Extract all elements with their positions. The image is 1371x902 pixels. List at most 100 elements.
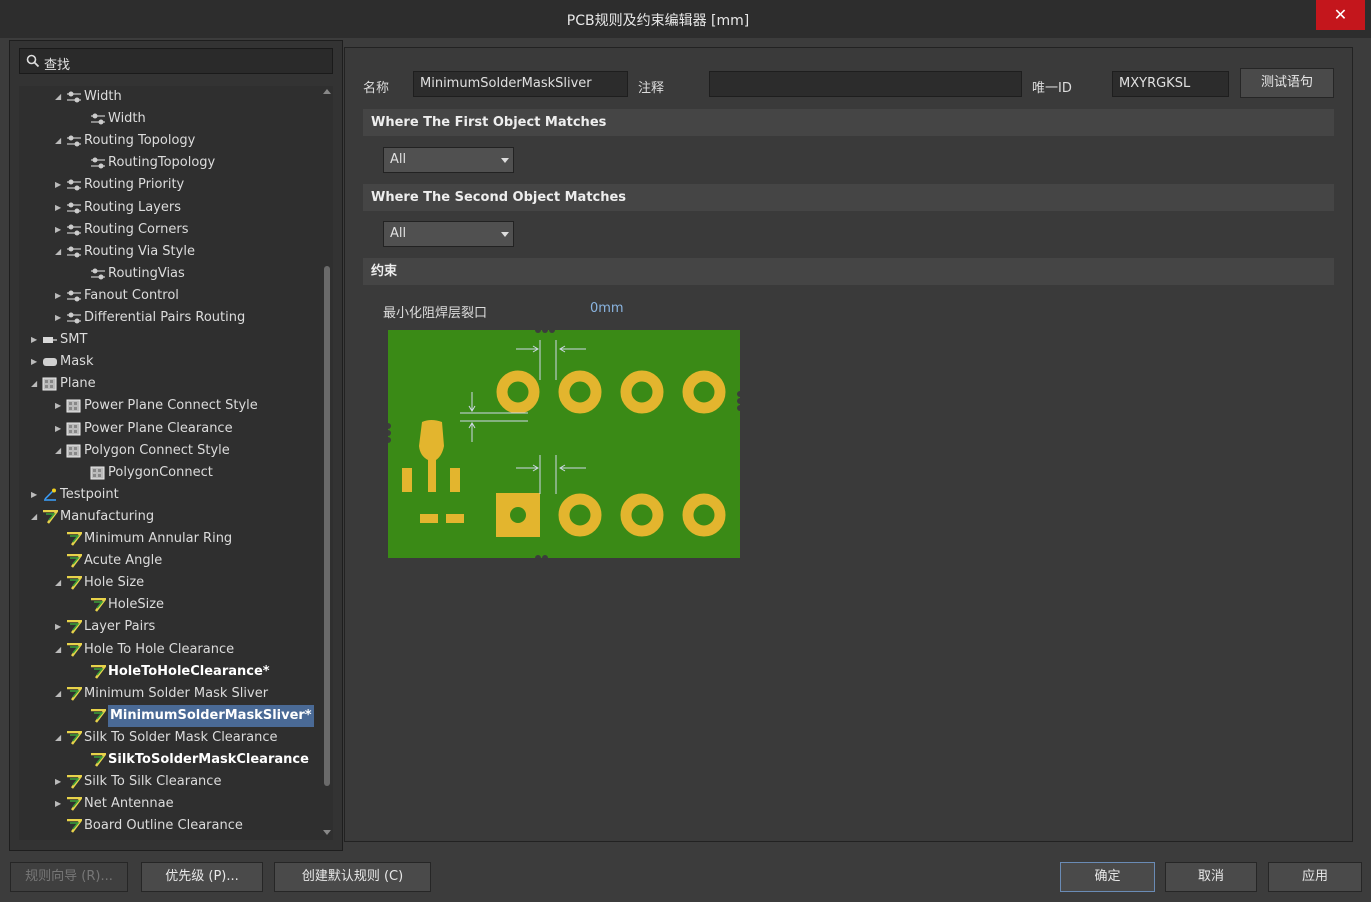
collapse-arrow-icon[interactable]: ◢: [55, 727, 65, 749]
tree-item-label: PolygonConnect: [108, 464, 213, 480]
tree-item-acute-angle[interactable]: Acute Angle: [19, 550, 321, 572]
expand-arrow-icon[interactable]: ▶: [31, 484, 41, 506]
tree-item-power-plane-clearance[interactable]: ▶ Power Plane Clearance: [19, 418, 321, 440]
first-object-combo[interactable]: All: [383, 147, 514, 173]
tree-item-holetoholeclearance[interactable]: HoleToHoleClearance*: [19, 661, 321, 683]
expand-arrow-icon[interactable]: ▶: [55, 197, 65, 219]
tree-item-smt[interactable]: ▶ SMT: [19, 329, 321, 351]
tree-item-minimumsoldermasksliver[interactable]: MinimumSolderMaskSliver*: [19, 704, 321, 727]
expand-arrow-icon[interactable]: ▶: [55, 616, 65, 638]
routing-rule-icon: [66, 201, 82, 215]
first-object-value: All: [390, 152, 407, 167]
tree-item-routing-via-style[interactable]: ◢ Routing Via Style: [19, 241, 321, 263]
collapse-arrow-icon[interactable]: ◢: [55, 130, 65, 152]
tree-item-routing-corners[interactable]: ▶ Routing Corners: [19, 219, 321, 241]
tree-item-routing-topology[interactable]: ◢ Routing Topology: [19, 130, 321, 152]
scroll-up-icon[interactable]: [323, 89, 331, 94]
tree-item-differential-pairs-routing[interactable]: ▶ Differential Pairs Routing: [19, 307, 321, 329]
tree-item-holesize[interactable]: HoleSize: [19, 594, 321, 616]
search-icon: [26, 54, 40, 68]
comment-field[interactable]: [709, 71, 1022, 97]
priorities-button[interactable]: 优先级 (P)...: [141, 862, 263, 892]
tree-item-fanout-control[interactable]: ▶ Fanout Control: [19, 285, 321, 307]
create-default-rules-button[interactable]: 创建默认规则 (C): [274, 862, 431, 892]
tree-item-width[interactable]: ◢ Width: [19, 86, 321, 108]
apply-button[interactable]: 应用: [1268, 862, 1362, 892]
ok-button[interactable]: 确定: [1060, 862, 1155, 892]
tree-item-label: Routing Corners: [84, 221, 189, 237]
cancel-button[interactable]: 取消: [1165, 862, 1257, 892]
min-sliver-value[interactable]: 0mm: [590, 301, 624, 316]
collapse-arrow-icon[interactable]: ◢: [55, 683, 65, 705]
tree-item-label: RoutingVias: [108, 265, 185, 281]
tree-item-label: Fanout Control: [84, 287, 179, 303]
expand-arrow-icon[interactable]: ▶: [55, 285, 65, 307]
expand-arrow-icon[interactable]: ▶: [31, 351, 41, 373]
search-box[interactable]: 查找: [19, 48, 333, 74]
collapse-arrow-icon[interactable]: ◢: [55, 86, 65, 108]
tree-item-silktosoldermaskclearance[interactable]: SilkToSolderMaskClearance: [19, 749, 321, 771]
tree-item-layer-pairs[interactable]: ▶ Layer Pairs: [19, 616, 321, 638]
tree-item-label: Minimum Solder Mask Sliver: [84, 685, 269, 701]
tree-item-minimum-annular-ring[interactable]: Minimum Annular Ring: [19, 528, 321, 550]
tree-item-minimum-solder-mask-sliver[interactable]: ◢ Minimum Solder Mask Sliver: [19, 683, 321, 705]
tree-scrollbar[interactable]: [321, 86, 333, 840]
scroll-down-icon[interactable]: [323, 830, 331, 835]
tree-item-label: Net Antennae: [84, 796, 174, 812]
tree-item-silk-to-silk-clearance[interactable]: ▶ Silk To Silk Clearance: [19, 771, 321, 793]
collapse-arrow-icon[interactable]: ◢: [55, 241, 65, 263]
tree-item-power-plane-connect-style[interactable]: ▶ Power Plane Connect Style: [19, 395, 321, 417]
tree-item-label: HoleToHoleClearance*: [108, 663, 270, 679]
tree-item-width[interactable]: Width: [19, 108, 321, 130]
tree-item-hole-to-hole-clearance[interactable]: ◢ Hole To Hole Clearance: [19, 639, 321, 661]
plane-rule-icon: [90, 466, 106, 480]
tree-item-hole-size[interactable]: ◢ Hole Size: [19, 572, 321, 594]
tree-item-label: Acute Angle: [84, 553, 163, 569]
collapse-arrow-icon[interactable]: ◢: [31, 506, 41, 528]
tree-item-silk-to-solder-mask-clearance[interactable]: ◢ Silk To Solder Mask Clearance: [19, 727, 321, 749]
tree-item-polygonconnect[interactable]: PolygonConnect: [19, 462, 321, 484]
name-field[interactable]: MinimumSolderMaskSliver: [413, 71, 628, 97]
routing-rule-icon: [90, 156, 106, 170]
tree-item-routing-priority[interactable]: ▶ Routing Priority: [19, 174, 321, 196]
dropdown-caret-icon: [501, 158, 509, 163]
scroll-thumb[interactable]: [324, 266, 330, 786]
collapse-arrow-icon[interactable]: ◢: [55, 440, 65, 462]
close-button[interactable]: ✕: [1316, 0, 1365, 30]
tree-item-routing-layers[interactable]: ▶ Routing Layers: [19, 197, 321, 219]
constraints-header: 约束: [363, 258, 1334, 285]
tree-item-net-antennae[interactable]: ▶ Net Antennae: [19, 793, 321, 815]
tree-item-label: Layer Pairs: [84, 619, 156, 635]
collapse-arrow-icon[interactable]: ◢: [55, 639, 65, 661]
tree-item-plane[interactable]: ◢ Plane: [19, 373, 321, 395]
tree-item-manufacturing[interactable]: ◢ Manufacturing: [19, 506, 321, 528]
tree-item-routingvias[interactable]: RoutingVias: [19, 263, 321, 285]
expand-arrow-icon[interactable]: ▶: [55, 395, 65, 417]
routing-rule-icon: [66, 245, 82, 259]
expand-arrow-icon[interactable]: ▶: [55, 219, 65, 241]
tree-item-label: Minimum Annular Ring: [84, 531, 233, 546]
collapse-arrow-icon[interactable]: ◢: [55, 572, 65, 594]
second-object-combo[interactable]: All: [383, 221, 514, 247]
test-query-button[interactable]: 测试语句: [1240, 68, 1334, 98]
tree-item-board-outline-clearance[interactable]: Board Outline Clearance: [19, 815, 321, 837]
tree-item-testpoint[interactable]: ▶ Testpoint: [19, 484, 321, 506]
tree-item-polygon-connect-style[interactable]: ◢ Polygon Connect Style: [19, 440, 321, 462]
mfg-rule-icon: [66, 774, 84, 789]
expand-arrow-icon[interactable]: ▶: [55, 418, 65, 440]
expand-arrow-icon[interactable]: ▶: [55, 771, 65, 793]
expand-arrow-icon[interactable]: ▶: [55, 793, 65, 815]
mask-rule-icon: [42, 355, 58, 369]
collapse-arrow-icon[interactable]: ◢: [31, 373, 41, 395]
unique-id-field[interactable]: MXYRGKSL: [1112, 71, 1229, 97]
mfg-rule-icon: [66, 686, 84, 701]
window-title: PCB规则及约束编辑器 [mm]: [566, 13, 750, 29]
tree-item-routingtopology[interactable]: RoutingTopology: [19, 152, 321, 174]
expand-arrow-icon[interactable]: ▶: [55, 174, 65, 196]
tree-item-mask[interactable]: ▶ Mask: [19, 351, 321, 373]
expand-arrow-icon[interactable]: ▶: [55, 307, 65, 329]
expand-arrow-icon[interactable]: ▶: [31, 329, 41, 351]
rule-wizard-button[interactable]: 规则向导 (R)...: [10, 862, 128, 892]
tree-item-label: HoleSize: [108, 597, 165, 613]
mfg-rule-icon: [66, 620, 84, 635]
